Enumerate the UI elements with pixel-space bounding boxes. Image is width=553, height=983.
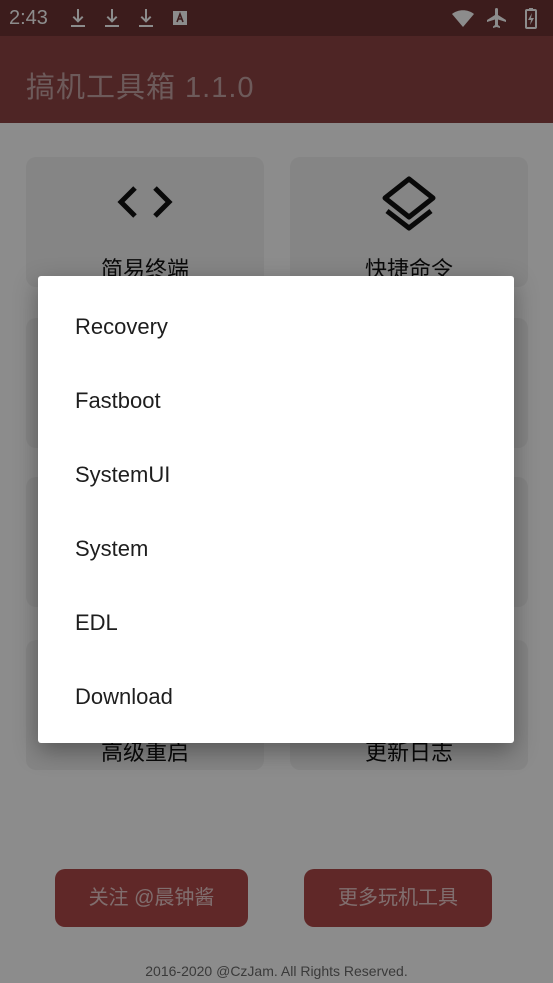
menu-item-label: Recovery (75, 314, 168, 339)
menu-item-label: Fastboot (75, 388, 161, 413)
menu-item-download[interactable]: Download (38, 660, 514, 734)
menu-item-recovery[interactable]: Recovery (38, 290, 514, 364)
menu-item-label: Download (75, 684, 173, 709)
menu-item-fastboot[interactable]: Fastboot (38, 364, 514, 438)
menu-item-edl[interactable]: EDL (38, 586, 514, 660)
menu-item-systemui[interactable]: SystemUI (38, 438, 514, 512)
menu-item-label: SystemUI (75, 462, 171, 487)
menu-item-label: EDL (75, 610, 118, 635)
reboot-options-dialog: Recovery Fastboot SystemUI System EDL Do… (38, 276, 514, 743)
menu-item-label: System (75, 536, 149, 561)
menu-item-system[interactable]: System (38, 512, 514, 586)
